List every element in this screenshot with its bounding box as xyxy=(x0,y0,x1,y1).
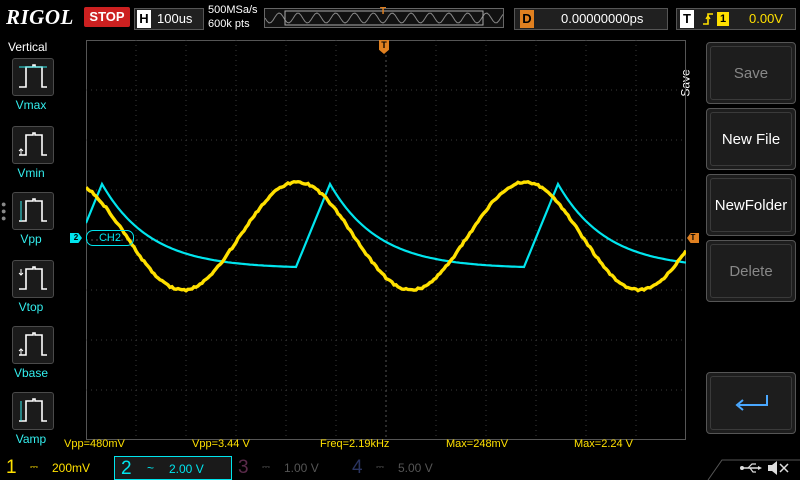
new-folder-label: NewFolder xyxy=(707,197,795,214)
brand-logo: RIGOL xyxy=(6,5,74,30)
channel-number: 4 xyxy=(352,457,363,479)
measure-freq: Freq=2.19kHz xyxy=(320,438,389,450)
panel-title: Vertical xyxy=(8,40,47,54)
vtop-icon xyxy=(13,261,53,297)
status-icons xyxy=(700,456,800,480)
memory-overview-strip: T xyxy=(264,8,504,28)
ch2-offset-marker[interactable]: 2 xyxy=(70,233,82,243)
channel-number: 2 xyxy=(121,458,132,480)
ac-coupling-icon: ~ xyxy=(147,461,154,475)
graticule xyxy=(86,40,686,440)
trigger-position-marker: T xyxy=(380,6,386,17)
trigger-source: 1 xyxy=(717,12,729,26)
delay-readout[interactable]: D 0.00000000ps xyxy=(514,8,668,30)
usb-icon xyxy=(740,464,762,472)
delay-tag: D xyxy=(520,10,534,28)
channel-scale: 2.00 V xyxy=(169,462,204,476)
waveform-display[interactable] xyxy=(86,40,686,440)
measure-vmin-label: Vmin xyxy=(4,166,58,180)
trigger-readout[interactable]: T 1 0.00V xyxy=(676,8,796,30)
run-stop-indicator[interactable]: STOP xyxy=(84,7,130,27)
dc-coupling-icon: ⎓ xyxy=(376,462,384,473)
channel-number: 3 xyxy=(238,457,249,479)
channel-1-box[interactable]: 1 ⎓ 200mV xyxy=(0,456,114,480)
new-file-label: New File xyxy=(707,131,795,148)
vmax-icon xyxy=(13,59,53,95)
measure-vmax-button[interactable] xyxy=(12,58,54,96)
measure-ch2-vpp: Vpp=3.44 V xyxy=(192,438,250,450)
delete-label: Delete xyxy=(707,263,795,280)
measure-vtop-label: Vtop xyxy=(4,300,58,314)
dc-coupling-icon: ⎓ xyxy=(30,462,38,473)
channel-number: 1 xyxy=(6,457,17,479)
vertical-measure-panel: Vertical ● ● ● Vmax Vmin Vpp Vtop Vbase Vamp xyxy=(0,36,58,456)
channel-4-box[interactable]: 4 ⎓ 5.00 V xyxy=(346,456,458,480)
save-button[interactable]: Save xyxy=(706,42,796,104)
dc-coupling-icon: ⎓ xyxy=(262,462,270,473)
save-menu-tab: Save xyxy=(686,36,704,146)
memory-depth: 600k pts xyxy=(208,18,250,30)
channel-scale: 5.00 V xyxy=(398,461,433,475)
vpp-icon xyxy=(13,193,53,229)
delete-button[interactable]: Delete xyxy=(706,240,796,302)
save-label: Save xyxy=(707,65,795,82)
horizontal-timebase[interactable]: H 100us xyxy=(134,8,204,30)
trigger-level-arrow[interactable]: T xyxy=(687,233,699,243)
trigger-tag: T xyxy=(680,10,694,28)
top-status-bar: RIGOL STOP H 100us 500MSa/s 600k pts T D… xyxy=(0,0,800,36)
channel-3-box[interactable]: 3 ⎓ 1.00 V xyxy=(232,456,344,480)
speaker-muted-icon[interactable] xyxy=(768,461,788,475)
page-dots-icon: ● ● ● xyxy=(1,201,6,222)
measure-ch2-max: Max=2.24 V xyxy=(574,438,633,450)
measure-vbase-button[interactable] xyxy=(12,326,54,364)
vbase-icon xyxy=(13,327,53,363)
measure-vbase-label: Vbase xyxy=(4,366,58,380)
measure-vpp-label: Vpp xyxy=(4,232,58,246)
timebase-value: 100us xyxy=(157,11,192,26)
measure-vtop-button[interactable] xyxy=(12,260,54,298)
measure-ch1-max: Max=248mV xyxy=(446,438,508,450)
vamp-icon xyxy=(13,393,53,429)
measure-vamp-label: Vamp xyxy=(4,432,58,446)
measure-vmax-label: Vmax xyxy=(4,98,58,112)
trigger-level: 0.00V xyxy=(749,11,783,26)
sample-rate: 500MSa/s xyxy=(208,4,258,16)
measure-vpp-button[interactable] xyxy=(12,192,54,230)
measure-vamp-button[interactable] xyxy=(12,392,54,430)
ch2-label-tag: CH2 xyxy=(86,230,134,246)
new-file-button[interactable]: New File xyxy=(706,108,796,170)
delay-value: 0.00000000ps xyxy=(561,11,643,26)
channel-2-box[interactable]: 2 ~ 2.00 V xyxy=(114,456,232,480)
measure-ch1-vpp: Vpp=480mV xyxy=(64,438,125,450)
new-folder-button[interactable]: NewFolder xyxy=(706,174,796,236)
channel-scale: 1.00 V xyxy=(284,461,319,475)
channel-status-bar: 1 ⎓ 200mV 2 ~ 2.00 V 3 ⎓ 1.00 V 4 ⎓ 5.00… xyxy=(0,456,800,480)
channel-scale: 200mV xyxy=(52,461,90,475)
horizontal-tag: H xyxy=(137,10,151,28)
measure-vmin-button[interactable] xyxy=(12,126,54,164)
return-arrow-icon xyxy=(731,391,773,415)
rising-edge-icon xyxy=(701,10,715,31)
back-button[interactable] xyxy=(706,372,796,434)
vmin-icon xyxy=(13,127,53,163)
